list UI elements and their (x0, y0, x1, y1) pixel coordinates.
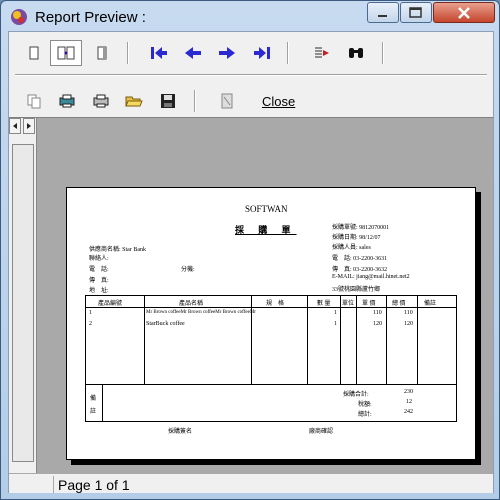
print-button[interactable] (88, 88, 114, 114)
preview-area[interactable]: SOFTWAN 採 購 單 供應商名稱: Star Bank 聯絡人: 電 話:… (9, 117, 493, 474)
last-page-button[interactable] (249, 40, 275, 66)
action-toolbar: Close (9, 86, 493, 116)
items-table: 產品編號 產品名稱 規 格 數 量 單位 單 價 總 價 備註 1 Mr Bro… (85, 295, 457, 422)
row-1-total: 120 (404, 321, 413, 327)
previous-page-icon (185, 47, 201, 59)
form-title: 採 購 單 (235, 225, 297, 235)
tax-label: 稅額: (358, 402, 372, 408)
copy-icon (27, 94, 41, 109)
col-header-7: 備註 (424, 301, 437, 307)
navigation-toolbar (9, 38, 493, 68)
sign-vendor: 廠商確認 (309, 429, 334, 435)
first-page-button[interactable] (146, 40, 172, 66)
row-1-no: 2 (89, 321, 92, 327)
page-thumbnail-track[interactable] (12, 144, 34, 462)
col-header-3: 數 量 (317, 301, 331, 307)
page-width-button[interactable] (89, 40, 115, 66)
col-header-6: 總 價 (392, 301, 406, 307)
header-extension: 分機: (181, 267, 195, 273)
header-left-4: 地 址: (89, 288, 109, 294)
sign-purchaser: 採購簽名 (168, 429, 193, 435)
header-right-6: 33號桃園縣蘆竹鄉 (332, 287, 381, 293)
report-preview-window: Report Preview : Close SOFTWAN 採 購 單 供應商… (0, 0, 500, 500)
company-name: SOFTWAN (245, 204, 288, 214)
close-icon (458, 6, 470, 19)
minimize-button[interactable] (367, 2, 399, 23)
page-width-icon (97, 46, 107, 60)
status-panel: Page 1 of 1 (53, 476, 493, 493)
header-left-0: 供應商名稱: Star Bank (89, 247, 146, 253)
col-header-0: 產品編號 (98, 301, 123, 307)
print-setup-button[interactable] (54, 88, 80, 114)
total-label: 總計: (358, 412, 372, 418)
open-button[interactable] (121, 88, 147, 114)
row-0-no: 1 (89, 310, 92, 316)
two-page-button[interactable] (50, 40, 82, 66)
copy-button[interactable] (21, 88, 47, 114)
row-0-price: 110 (373, 310, 382, 316)
open-folder-icon (125, 96, 143, 107)
minimize-icon (378, 14, 387, 17)
report-page: SOFTWAN 採 購 單 供應商名稱: Star Bank 聯絡人: 電 話:… (66, 187, 476, 460)
tax-value: 12 (406, 399, 412, 405)
header-left-1: 聯絡人: (89, 256, 109, 262)
subtotal-label: 採購合計: (343, 392, 369, 398)
single-page-icon (29, 46, 39, 60)
col-header-5: 單 價 (362, 301, 376, 307)
goto-page-button[interactable] (309, 40, 335, 66)
printer-setup-icon (59, 94, 75, 108)
header-right-2: 採購人員: sales (332, 245, 371, 251)
last-page-icon (254, 47, 270, 59)
subtotal-value: 230 (404, 389, 413, 395)
export-page-icon (221, 93, 233, 109)
title-bar[interactable]: Report Preview : (1, 1, 499, 31)
scroll-left-button[interactable] (9, 118, 21, 134)
header-left-3: 傳 真: (89, 278, 109, 284)
col-header-4: 單位 (342, 301, 355, 307)
row-0-total: 110 (404, 310, 413, 316)
save-button[interactable] (155, 88, 181, 114)
first-page-icon (151, 47, 167, 59)
maximize-button[interactable] (400, 2, 432, 23)
arrow-left-icon (13, 123, 17, 129)
scroll-right-button[interactable] (23, 118, 35, 134)
remark-label: 備 註 (90, 396, 97, 415)
printer-icon (93, 94, 109, 108)
maximize-icon (409, 6, 422, 18)
row-1-name: StarBuck coffee (146, 321, 185, 327)
find-button[interactable] (343, 40, 369, 66)
header-right-3: 電 話: 03-2200-3631 (332, 256, 388, 262)
page-indicator: Page 1 of 1 (58, 477, 130, 493)
col-header-1: 產品名稱 (179, 301, 204, 307)
row-1-qty: 1 (334, 321, 337, 327)
header-right-4: 傳 真: 03-2200-3632 (332, 267, 388, 273)
row-0-name: Mr Brown coffeeMr Brown coffeeMr Brown c… (146, 310, 256, 315)
two-page-icon (57, 46, 75, 60)
client-area: Close SOFTWAN 採 購 單 供應商名稱: Star Bank 聯絡人… (8, 31, 494, 493)
export-button[interactable] (214, 88, 240, 114)
header-left-2: 電 話: (89, 267, 109, 273)
goto-page-icon (315, 47, 329, 58)
header-right-0: 採購單號: 9812070001 (332, 225, 390, 231)
single-page-button[interactable] (21, 40, 47, 66)
app-icon (11, 9, 27, 25)
row-0-qty: 1 (334, 310, 337, 316)
total-value: 242 (404, 409, 413, 415)
header-right-1: 採購日期: 98/12/07 (332, 235, 381, 241)
close-window-button[interactable] (433, 2, 495, 23)
col-header-2: 規 格 (266, 301, 285, 307)
status-bar: Page 1 of 1 (9, 473, 493, 493)
row-1-price: 120 (373, 321, 382, 327)
find-binoculars-icon (349, 48, 363, 58)
next-page-button[interactable] (214, 40, 240, 66)
page-scroll-panel[interactable] (9, 118, 37, 474)
save-disk-icon (161, 94, 175, 108)
close-preview-button[interactable]: Close (262, 94, 295, 109)
header-right-5: E-MAIL: jiang@mail.hinet.net2 (332, 274, 410, 280)
window-title: Report Preview : (35, 9, 146, 26)
previous-page-button[interactable] (180, 40, 206, 66)
next-page-icon (219, 47, 235, 59)
arrow-right-icon (27, 123, 31, 129)
